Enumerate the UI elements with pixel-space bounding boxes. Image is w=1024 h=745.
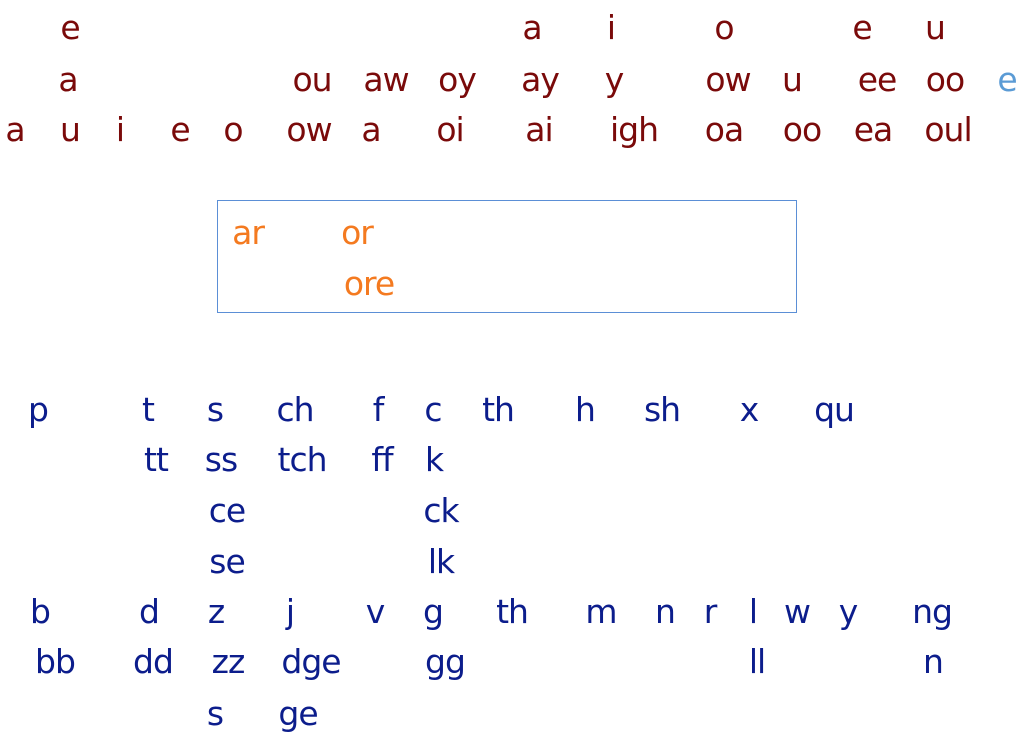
vowel-grapheme: o xyxy=(223,110,243,149)
vowel-grapheme: ou xyxy=(292,60,332,99)
vowel-grapheme: ay xyxy=(521,60,560,99)
consonant-grapheme: ss xyxy=(204,440,238,479)
vowel-grapheme: i xyxy=(115,110,125,149)
consonant-grapheme: sh xyxy=(643,390,681,429)
vowel-grapheme: e xyxy=(170,110,190,149)
vowel-grapheme: ee xyxy=(857,60,898,99)
consonant-grapheme: dd xyxy=(133,642,174,681)
consonant-grapheme: x xyxy=(739,390,760,429)
consonant-grapheme: h xyxy=(575,390,596,429)
vowel-grapheme: ow xyxy=(705,60,751,99)
consonant-grapheme: lk xyxy=(427,542,455,581)
vowel-grapheme: oa xyxy=(704,110,744,149)
vowel-grapheme: y xyxy=(604,60,625,99)
consonant-grapheme: j xyxy=(285,592,295,631)
consonant-grapheme: tch xyxy=(277,440,328,479)
r-controlled-grapheme: ore xyxy=(343,264,395,303)
consonant-grapheme: ch xyxy=(276,390,314,429)
consonant-grapheme: s xyxy=(206,694,224,733)
r-controlled-box xyxy=(217,200,797,313)
consonant-grapheme: r xyxy=(703,592,718,631)
vowel-grapheme: u xyxy=(782,60,803,99)
vowel-grapheme: aw xyxy=(363,60,409,99)
vowel-grapheme: e xyxy=(60,8,80,47)
consonant-grapheme: c xyxy=(424,390,442,429)
consonant-grapheme: v xyxy=(365,592,386,631)
r-controlled-grapheme: ar xyxy=(232,213,265,252)
consonant-grapheme: z xyxy=(207,592,225,631)
vowel-grapheme: oul xyxy=(924,110,972,149)
consonant-grapheme: k xyxy=(424,440,444,479)
vowel-grapheme: a xyxy=(361,110,381,149)
vowel-grapheme: a xyxy=(58,60,78,99)
consonant-grapheme: th xyxy=(482,390,515,429)
consonant-grapheme: l xyxy=(748,592,758,631)
consonant-grapheme: gg xyxy=(425,642,466,681)
consonant-grapheme: n xyxy=(923,642,944,681)
consonant-grapheme: n xyxy=(655,592,676,631)
consonant-grapheme: f xyxy=(372,390,385,429)
consonant-grapheme: w xyxy=(784,592,811,631)
vowel-grapheme: oy xyxy=(438,60,477,99)
vowel-grapheme: ea xyxy=(853,110,894,149)
consonant-grapheme: t xyxy=(142,390,155,429)
consonant-grapheme: qu xyxy=(814,390,855,429)
vowel-grapheme: ai xyxy=(525,110,553,149)
vowel-grapheme: igh xyxy=(609,110,659,149)
consonant-grapheme: ll xyxy=(748,642,766,681)
vowel-grapheme: oo xyxy=(782,110,822,149)
consonant-grapheme: g xyxy=(423,592,444,631)
consonant-grapheme: ge xyxy=(278,694,318,733)
consonant-grapheme: ck xyxy=(423,491,459,530)
consonant-grapheme: d xyxy=(139,592,160,631)
consonant-grapheme: dge xyxy=(281,642,341,681)
consonant-grapheme: p xyxy=(28,390,49,429)
vowel-grapheme: e xyxy=(852,8,872,47)
consonant-grapheme: ce xyxy=(208,491,246,530)
vowel-grapheme: o xyxy=(714,8,734,47)
vowel-grapheme: a xyxy=(522,8,542,47)
consonant-grapheme: zz xyxy=(211,642,246,681)
consonant-grapheme: th xyxy=(496,592,529,631)
vowel-grapheme: a xyxy=(5,110,25,149)
schwa-grapheme: e xyxy=(997,60,1017,99)
consonant-grapheme: m xyxy=(585,592,617,631)
vowel-grapheme: ow xyxy=(286,110,332,149)
vowel-grapheme: u xyxy=(60,110,81,149)
consonant-grapheme: ng xyxy=(912,592,953,631)
consonant-grapheme: s xyxy=(206,390,224,429)
consonant-grapheme: ff xyxy=(371,440,393,479)
consonant-grapheme: y xyxy=(838,592,859,631)
consonant-grapheme: tt xyxy=(144,440,169,479)
vowel-grapheme: i xyxy=(606,8,616,47)
consonant-grapheme: bb xyxy=(35,642,76,681)
vowel-grapheme: oi xyxy=(436,110,464,149)
consonant-grapheme: se xyxy=(209,542,245,581)
vowel-grapheme: u xyxy=(925,8,946,47)
vowel-grapheme: oo xyxy=(925,60,965,99)
consonant-grapheme: b xyxy=(30,592,51,631)
r-controlled-grapheme: or xyxy=(341,213,374,252)
